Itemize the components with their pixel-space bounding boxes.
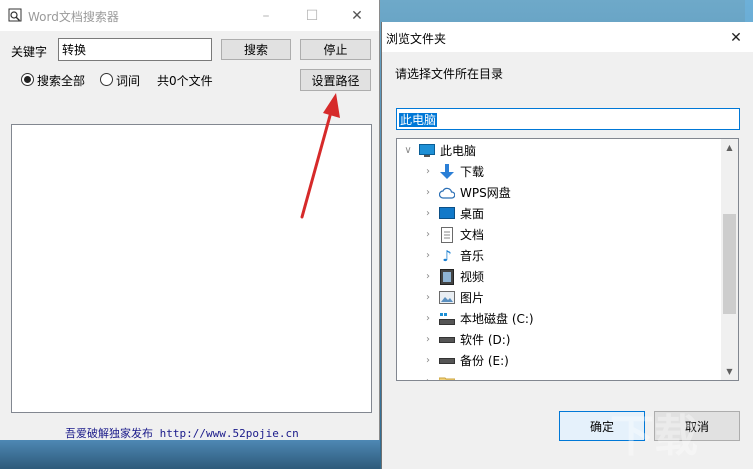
keyword-input[interactable]: 转换	[58, 38, 212, 61]
scroll-down-arrow-icon[interactable]: ▼	[721, 363, 738, 380]
tree-item-wps-cloud[interactable]: › WPS网盘	[421, 182, 738, 203]
browse-folder-dialog: 浏览文件夹 ✕ 请选择文件所在目录 此电脑 ∨ 此电脑 › 下载 › WPS网盘	[381, 22, 753, 469]
collapse-chevron-icon[interactable]: ∨	[401, 145, 415, 156]
tree-item-videos[interactable]: › 视频	[421, 266, 738, 287]
ok-button[interactable]: 确定	[559, 411, 645, 441]
minimize-button[interactable]: –	[243, 0, 289, 31]
tree-item-drive-d[interactable]: › 软件 (D:)	[421, 329, 738, 350]
expand-chevron-icon[interactable]: ›	[421, 355, 435, 366]
dialog-close-button[interactable]: ✕	[726, 28, 746, 48]
tree-item-label: 下载	[460, 165, 485, 179]
tree-item-pictures[interactable]: › 图片	[421, 287, 738, 308]
folder-icon	[439, 374, 455, 380]
expand-chevron-icon[interactable]: ›	[421, 208, 435, 219]
tree-item-downloads[interactable]: › 下载	[421, 161, 738, 182]
tree-item-desktop[interactable]: › 桌面	[421, 203, 738, 224]
tree-item-label: 此电脑	[440, 144, 477, 158]
search-button[interactable]: 搜索	[221, 39, 291, 60]
file-count-text: 共0个文件	[157, 74, 213, 88]
tree-item-this-pc[interactable]: ∨ 此电脑	[401, 140, 721, 161]
search-all-radio[interactable]	[21, 73, 34, 86]
keyword-label: 关键字	[11, 45, 48, 59]
tree-item-label: WPS网盘	[460, 186, 511, 200]
stop-button[interactable]: 停止	[300, 39, 371, 60]
computer-icon	[419, 143, 435, 159]
expand-chevron-icon[interactable]: ›	[421, 187, 435, 198]
tree-item-label: 图片	[460, 291, 485, 305]
music-icon: ♪	[442, 246, 452, 265]
tree-item-label: 本地磁盘 (C:)	[460, 312, 534, 326]
results-list[interactable]	[11, 124, 372, 413]
tree-item-documents[interactable]: › 文档	[421, 224, 738, 245]
expand-chevron-icon[interactable]: ›	[421, 250, 435, 261]
search-all-label[interactable]: 搜索全部	[37, 72, 85, 89]
magnifier-app-icon	[8, 8, 22, 22]
expand-chevron-icon[interactable]: ›	[421, 292, 435, 303]
cancel-button[interactable]: 取消	[654, 411, 740, 441]
app-titlebar[interactable]: Word文档搜索器 – ☐ ✕	[0, 0, 379, 31]
tree-item-label: 音乐	[460, 249, 485, 263]
picture-icon	[439, 290, 455, 306]
folder-tree[interactable]: ∨ 此电脑 › 下载 › WPS网盘 › 桌面 › 文档 › ♪ 音乐 › 视频…	[396, 138, 739, 381]
tree-item-drive-c[interactable]: › 本地磁盘 (C:)	[421, 308, 738, 329]
expand-chevron-icon[interactable]: ›	[421, 271, 435, 282]
expand-chevron-icon[interactable]: ›	[421, 166, 435, 177]
expand-chevron-icon[interactable]: ›	[421, 229, 435, 240]
folder-path-value: 此电脑	[399, 113, 438, 127]
scroll-thumb[interactable]	[723, 214, 736, 314]
tree-item-label: 文档	[460, 228, 485, 242]
expand-chevron-icon[interactable]: ›	[421, 334, 435, 345]
expand-chevron-icon[interactable]: ›	[421, 313, 435, 324]
tree-item-music[interactable]: › ♪ 音乐	[421, 245, 738, 266]
dialog-titlebar[interactable]: 浏览文件夹 ✕	[382, 22, 753, 52]
tree-item-partial[interactable]: ›	[421, 371, 738, 380]
tree-item-drive-e[interactable]: › 备份 (E:)	[421, 350, 738, 371]
folder-path-input[interactable]: 此电脑	[396, 108, 740, 130]
cloud-icon	[439, 185, 455, 201]
word-radio-label[interactable]: 词间	[116, 72, 140, 89]
dialog-description: 请选择文件所在目录	[395, 67, 504, 81]
set-path-button[interactable]: 设置路径	[300, 69, 371, 91]
video-icon	[439, 268, 455, 285]
expand-chevron-icon[interactable]: ›	[421, 376, 435, 380]
drive-icon	[439, 311, 455, 327]
desktop-icon	[439, 206, 455, 222]
tree-item-label: 备份 (E:)	[460, 354, 509, 368]
footer-link[interactable]: 吾爱破解独家发布 http://www.52pojie.cn	[65, 425, 299, 441]
desktop-background-bottom	[0, 440, 380, 469]
app-title: Word文档搜索器	[28, 10, 119, 24]
document-icon	[439, 226, 455, 243]
download-icon	[439, 163, 455, 180]
scroll-up-arrow-icon[interactable]: ▲	[721, 139, 738, 156]
word-radio[interactable]	[100, 73, 113, 86]
tree-item-label: 桌面	[460, 207, 485, 221]
close-button[interactable]: ✕	[334, 0, 380, 31]
dialog-title: 浏览文件夹	[386, 32, 447, 46]
drive-icon	[439, 332, 455, 348]
maximize-button[interactable]: ☐	[289, 0, 335, 31]
tree-item-label: 视频	[460, 270, 485, 284]
word-search-window: Word文档搜索器 – ☐ ✕ 关键字 转换 搜索 停止 搜索全部 词间 共0个…	[0, 0, 380, 440]
tree-scrollbar[interactable]: ▲ ▼	[721, 139, 738, 380]
tree-item-label: 软件 (D:)	[460, 333, 511, 347]
drive-icon	[439, 353, 455, 369]
